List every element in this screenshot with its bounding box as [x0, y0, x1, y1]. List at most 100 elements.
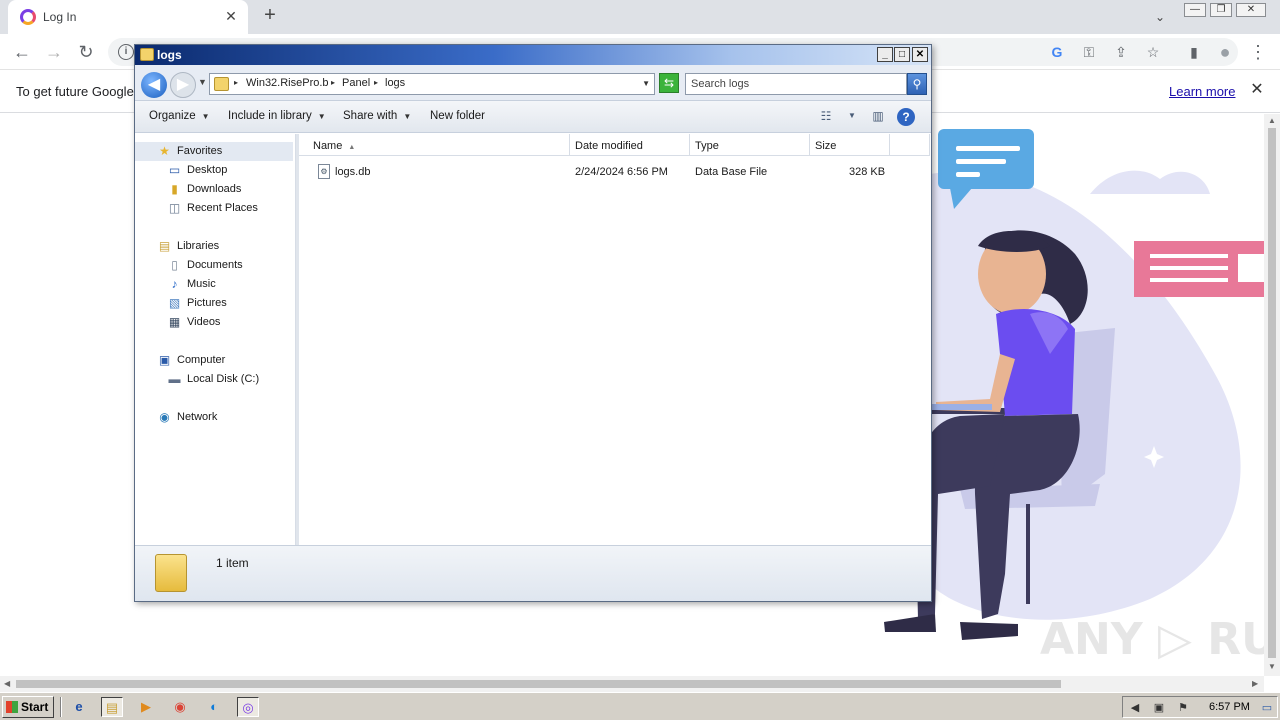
site-info-icon[interactable]: i: [118, 44, 134, 60]
network-tray-icon[interactable]: ▣: [1151, 700, 1167, 716]
downloads-folder-icon: ▮: [171, 182, 178, 196]
share-with-button[interactable]: Share with ▼: [343, 110, 411, 122]
browser-close-button[interactable]: ✕: [1236, 3, 1266, 17]
vertical-scroll-thumb[interactable]: [1268, 128, 1276, 658]
browser-minimize-button[interactable]: —: [1184, 3, 1206, 17]
forward-button[interactable]: →: [42, 40, 66, 64]
watermark-logo: ANY ▷ RUN: [1040, 614, 1264, 665]
recent-pages-icon[interactable]: ▼: [198, 77, 207, 87]
preview-pane-icon[interactable]: ▥: [869, 108, 887, 124]
clock[interactable]: 6:57 PM: [1209, 701, 1250, 713]
explorer-titlebar[interactable]: logs _ □ ✕: [135, 45, 931, 65]
tab-search-button[interactable]: ⌄: [1150, 7, 1170, 27]
organize-button[interactable]: Organize ▼: [149, 110, 210, 122]
browser-restore-button[interactable]: ❐: [1210, 3, 1232, 17]
scroll-up-icon[interactable]: ▲: [1268, 116, 1276, 125]
file-name: logs.db: [335, 166, 371, 178]
sidebar-item-recent-places[interactable]: ◫ Recent Places: [135, 199, 293, 218]
explorer-forward-button[interactable]: ▶: [170, 72, 196, 98]
sidebar-item-pictures[interactable]: ▧ Pictures: [135, 294, 293, 313]
horizontal-scroll-thumb[interactable]: [16, 680, 1061, 688]
sidebar-item-downloads[interactable]: ▮ Downloads: [135, 180, 293, 199]
search-input[interactable]: Search logs: [685, 73, 907, 95]
show-desktop-icon[interactable]: ▭: [1259, 700, 1275, 716]
edge-icon[interactable]: ◐: [203, 697, 225, 717]
infobar-close-icon[interactable]: ✕: [1248, 81, 1266, 99]
password-key-icon[interactable]: ⚿: [1079, 42, 1099, 62]
sidebar-item-network[interactable]: ◉ Network: [135, 408, 293, 427]
refresh-button[interactable]: ⇆: [659, 73, 679, 93]
share-icon[interactable]: ⇪: [1111, 42, 1131, 62]
explorer-maximize-button[interactable]: □: [894, 47, 910, 62]
bookmark-star-icon[interactable]: ☆: [1143, 42, 1163, 62]
profile-icon[interactable]: ●: [1213, 40, 1237, 64]
system-tray: ◀ ▣ ⚑ 6:57 PM ▭: [1122, 696, 1278, 718]
action-center-flag-icon[interactable]: ⚑: [1175, 700, 1191, 716]
chevron-down-icon: ▼: [201, 112, 210, 121]
column-header-size[interactable]: Size: [810, 134, 890, 156]
breadcrumb-arrow-icon[interactable]: ▸: [331, 78, 335, 87]
search-icon[interactable]: ⚲: [907, 73, 927, 95]
sidebar-item-libraries[interactable]: ▤ Libraries: [135, 237, 293, 256]
login-app-icon[interactable]: ◎: [237, 697, 259, 717]
back-button[interactable]: ←: [10, 40, 34, 64]
explorer-minimize-button[interactable]: _: [877, 47, 893, 62]
pictures-icon: ▧: [168, 296, 181, 310]
include-in-library-button[interactable]: Include in library ▼: [228, 110, 326, 122]
column-header-name[interactable]: Name ▲: [299, 134, 570, 156]
sidebar-item-local-disk[interactable]: ▬ Local Disk (C:): [135, 370, 293, 389]
new-tab-button[interactable]: +: [258, 4, 282, 28]
volume-icon[interactable]: ◀: [1127, 700, 1143, 716]
infobar-text: To get future Google: [16, 84, 134, 99]
breadcrumb-arrow-icon[interactable]: ▸: [374, 78, 378, 87]
browser-tab[interactable]: Log In ✕: [8, 0, 248, 34]
file-list: Name ▲ Date modified Type Size ⚙ logs.db …: [299, 134, 931, 545]
page-horizontal-scrollbar[interactable]: ◀ ▶: [0, 676, 1264, 692]
sidebar-item-documents[interactable]: ▯ Documents: [135, 256, 293, 275]
start-button[interactable]: Start: [2, 696, 54, 718]
side-panel-icon[interactable]: ▮: [1182, 40, 1206, 64]
reload-button[interactable]: ↻: [74, 40, 98, 64]
sidebar-item-computer[interactable]: ▣ Computer: [135, 351, 293, 370]
file-explorer-icon[interactable]: ▤: [101, 697, 123, 717]
start-label: Start: [21, 700, 49, 714]
libraries-icon: ▤: [158, 239, 171, 253]
scroll-right-icon[interactable]: ▶: [1252, 679, 1258, 688]
help-icon[interactable]: ?: [897, 108, 915, 126]
explorer-back-button[interactable]: ◀: [141, 72, 167, 98]
sidebar-item-label: Desktop: [187, 164, 228, 176]
illustration-cloud: [1090, 170, 1210, 194]
sidebar-item-favorites[interactable]: ★ Favorites: [135, 142, 293, 161]
explorer-navbar: ◀ ▶ ▼ ▸ Win32.RisePro.b ▸ Panel ▸ logs ▼…: [135, 65, 931, 101]
column-header-type[interactable]: Type: [690, 134, 810, 156]
sidebar-item-music[interactable]: ♪ Music: [135, 275, 293, 294]
media-player-icon[interactable]: ▶: [135, 697, 157, 717]
address-dropdown-icon[interactable]: ▼: [642, 79, 650, 88]
learn-more-link[interactable]: Learn more: [1169, 84, 1235, 99]
breadcrumb-item[interactable]: logs: [385, 77, 405, 89]
column-header-date[interactable]: Date modified: [570, 134, 690, 156]
sidebar-item-desktop[interactable]: ▭ Desktop: [135, 161, 293, 180]
explorer-close-button[interactable]: ✕: [912, 47, 928, 62]
share-label: Share with: [343, 110, 398, 122]
sidebar-item-label: Computer: [177, 354, 226, 366]
breadcrumb-item[interactable]: Win32.RisePro.b: [246, 77, 329, 89]
view-dropdown-icon[interactable]: ▼: [843, 108, 861, 124]
sidebar-item-videos[interactable]: ▦ Videos: [135, 313, 293, 332]
folder-icon: [155, 554, 187, 592]
page-vertical-scrollbar[interactable]: ▲ ▼: [1264, 114, 1280, 676]
address-bar-explorer[interactable]: ▸ Win32.RisePro.b ▸ Panel ▸ logs ▼: [209, 73, 655, 95]
tab-close-icon[interactable]: ✕: [222, 7, 240, 25]
change-view-icon[interactable]: ☷: [817, 108, 835, 124]
breadcrumb-item[interactable]: Panel: [342, 77, 370, 89]
scroll-down-icon[interactable]: ▼: [1268, 662, 1276, 671]
sidebar-item-label: Videos: [187, 316, 221, 328]
chrome-icon[interactable]: ◉: [169, 697, 191, 717]
menu-icon[interactable]: ⋮: [1246, 40, 1270, 64]
google-lens-icon[interactable]: G: [1047, 42, 1067, 62]
file-row[interactable]: ⚙ logs.db 2/24/2024 6:56 PM Data Base Fi…: [299, 162, 899, 182]
breadcrumb-arrow-icon[interactable]: ▸: [234, 78, 238, 87]
new-folder-button[interactable]: New folder: [430, 110, 485, 122]
scroll-left-icon[interactable]: ◀: [4, 679, 10, 688]
internet-explorer-icon[interactable]: e: [68, 697, 90, 717]
